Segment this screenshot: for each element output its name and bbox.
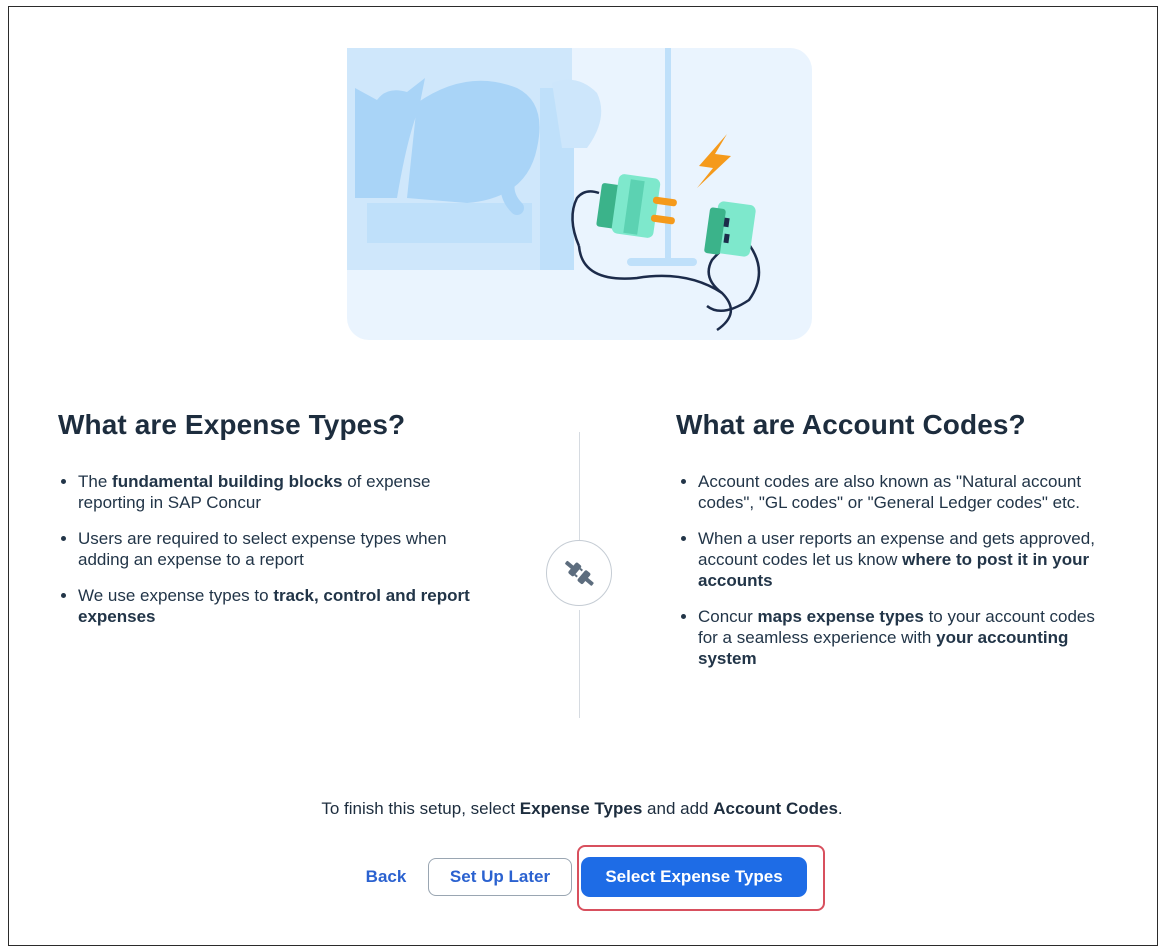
expense-types-title: What are Expense Types? <box>58 409 406 440</box>
list-item: We use expense types to track, control a… <box>78 585 478 627</box>
account-codes-list: Account codes are also known as "Natural… <box>678 471 1108 684</box>
account-codes-title: What are Account Codes? <box>676 409 1026 440</box>
select-expense-types-button[interactable]: Select Expense Types <box>581 857 807 897</box>
unplugged-plug-illustration <box>347 48 812 340</box>
list-item: Users are required to select expense typ… <box>78 528 478 570</box>
plug-disconnect-icon <box>546 540 612 606</box>
list-item: Account codes are also known as "Natural… <box>698 471 1108 513</box>
expense-types-list: The fundamental building blocks of expen… <box>58 471 478 642</box>
set-up-later-button[interactable]: Set Up Later <box>428 858 572 896</box>
divider-line-bottom <box>579 610 580 718</box>
list-item: The fundamental building blocks of expen… <box>78 471 478 513</box>
list-item: When a user reports an expense and gets … <box>698 528 1108 591</box>
back-button[interactable]: Back <box>352 858 420 896</box>
finish-instructions: To finish this setup, select Expense Typ… <box>321 799 843 818</box>
list-item: Concur maps expense types to your accoun… <box>698 606 1108 669</box>
divider-line-top <box>579 432 580 540</box>
